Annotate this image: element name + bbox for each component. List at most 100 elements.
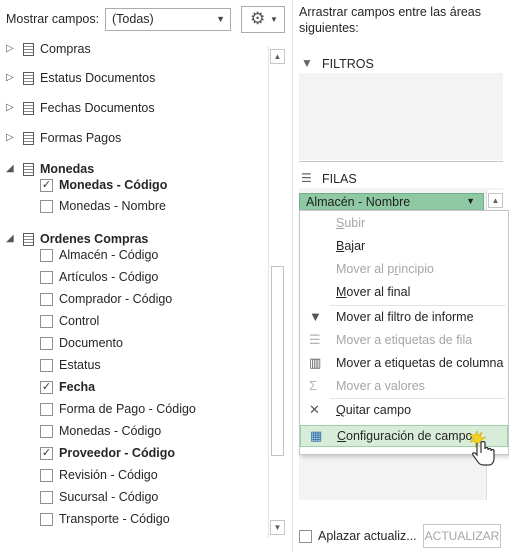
expand-icon[interactable]: ▷ xyxy=(6,72,14,83)
show-fields-value: (Todas) xyxy=(112,12,154,26)
rows-icon: ☰ xyxy=(301,171,312,185)
field-label: Fecha xyxy=(59,380,96,394)
menu-item-label: Mover a etiquetas de fila xyxy=(336,333,473,347)
field-settings-icon: ▦ xyxy=(310,428,323,443)
area-separator xyxy=(299,161,503,162)
field-checkbox[interactable] xyxy=(40,359,53,372)
field-checkbox[interactable] xyxy=(40,403,53,416)
rows-field-chip[interactable]: Almacén - Nombre ▼ xyxy=(299,193,484,211)
field-row[interactable]: Sucursal - Código xyxy=(0,487,268,509)
scroll-down-button[interactable]: ▼ xyxy=(270,520,285,535)
field-checkbox[interactable] xyxy=(40,293,53,306)
field-checkbox[interactable]: ✓ xyxy=(40,381,53,394)
field-group-label: Formas Pagos xyxy=(40,131,122,145)
table-icon xyxy=(23,132,34,145)
filters-drop-area[interactable] xyxy=(299,73,503,160)
field-checkbox[interactable] xyxy=(40,271,53,284)
scroll-thumb[interactable] xyxy=(271,266,284,456)
menu-item-mover-al-principio: Mover al principio xyxy=(300,259,508,281)
field-group-label: Compras xyxy=(40,42,91,56)
menu-item-subir: Subir xyxy=(300,213,508,235)
field-group-row[interactable]: ▷ Formas Pagos xyxy=(0,128,268,150)
field-checkbox[interactable] xyxy=(40,315,53,328)
chevron-down-icon: ▼ xyxy=(270,15,278,24)
menu-item-bajar[interactable]: Bajar xyxy=(300,236,508,258)
columns-icon: ▥ xyxy=(309,355,322,370)
field-label: Forma de Pago - Código xyxy=(59,402,196,416)
field-row[interactable]: Documento xyxy=(0,333,268,355)
defer-update-checkbox[interactable] xyxy=(299,530,312,543)
context-menu: Subir Bajar Mover al principio Mover al fin… xyxy=(299,210,509,455)
field-list-scrollbar[interactable]: ▲ ▼ xyxy=(268,46,285,538)
scroll-up-button[interactable]: ▲ xyxy=(270,49,285,64)
field-label: Documento xyxy=(59,336,123,350)
field-group-row[interactable]: ▷ Fechas Documentos xyxy=(0,98,268,120)
expand-icon[interactable]: ▷ xyxy=(6,132,14,143)
show-fields-dropdown[interactable]: (Todas) ▼ xyxy=(105,8,231,31)
field-row[interactable]: ✓ Fecha xyxy=(0,377,268,399)
table-icon xyxy=(23,72,34,85)
expand-icon[interactable]: ▷ xyxy=(6,43,14,54)
scroll-up-button[interactable]: ▲ xyxy=(488,193,503,208)
chevron-down-icon: ▼ xyxy=(466,196,475,206)
field-row[interactable]: Almacén - Código xyxy=(0,245,268,267)
chevron-down-icon: ▼ xyxy=(216,14,225,24)
rows-label: FILAS xyxy=(322,172,357,186)
hand-cursor-icon xyxy=(467,430,495,466)
menu-item-quitar-campo[interactable]: ✕ Quitar campo xyxy=(300,400,508,422)
field-checkbox[interactable] xyxy=(40,513,53,526)
field-checkbox[interactable] xyxy=(40,249,53,262)
filter-icon: ▼ xyxy=(309,309,322,324)
collapse-icon[interactable]: ◢ xyxy=(6,233,14,244)
field-row[interactable]: Forma de Pago - Código xyxy=(0,399,268,421)
field-group-row[interactable]: ▷ Estatus Documentos xyxy=(0,68,268,90)
defer-update-label: Aplazar actualiz... xyxy=(318,529,417,543)
field-label: Sucursal - Código xyxy=(59,490,159,504)
menu-item-mover-al-final[interactable]: Mover al final xyxy=(300,282,508,304)
field-label: Almacén - Código xyxy=(59,248,159,262)
update-button[interactable]: ACTUALIZAR xyxy=(423,524,501,548)
field-row[interactable]: Transporte - Código xyxy=(0,509,268,531)
field-label: Monedas - Código xyxy=(59,424,162,438)
field-group-row[interactable]: ▷ Compras xyxy=(0,40,268,61)
menu-item-label: Mover al final xyxy=(336,285,411,299)
field-group-label: Ordenes Compras xyxy=(40,232,149,246)
menu-item-mover-a-etiquetas-de-columna[interactable]: ▥ Mover a etiquetas de columna xyxy=(300,353,508,375)
menu-item-label: Mover a valores xyxy=(336,379,425,393)
menu-item-label: Bajar xyxy=(336,239,366,253)
field-group-label: Monedas xyxy=(40,162,95,176)
field-group-label: Fechas Documentos xyxy=(40,101,155,115)
field-row[interactable]: Revisión - Código xyxy=(0,465,268,487)
menu-item-label: Mover al principio xyxy=(336,262,434,276)
field-checkbox[interactable]: ✓ xyxy=(40,179,53,192)
field-row[interactable]: Artículos - Código xyxy=(0,267,268,289)
field-label: Control xyxy=(59,314,100,328)
field-row[interactable]: ✓ Monedas - Código xyxy=(0,175,268,197)
menu-item-label: Configuración de campo... xyxy=(337,429,483,443)
menu-item-mover-a-valores: Σ Mover a valores xyxy=(300,376,508,398)
collapse-icon[interactable]: ◢ xyxy=(6,163,14,174)
menu-item-mover-al-filtro-de-informe[interactable]: ▼ Mover al filtro de informe xyxy=(300,307,508,329)
field-label: Artículos - Código xyxy=(59,270,159,284)
field-checkbox[interactable] xyxy=(40,200,53,213)
field-label: Monedas - Código xyxy=(59,178,168,192)
field-label: Proveedor - Código xyxy=(59,446,175,460)
field-row[interactable]: ✓ Proveedor - Código xyxy=(0,443,268,465)
field-row[interactable]: Monedas - Nombre xyxy=(0,196,268,218)
field-row[interactable]: Monedas - Código xyxy=(0,421,268,443)
expand-icon[interactable]: ▷ xyxy=(6,102,14,113)
field-checkbox[interactable] xyxy=(40,425,53,438)
menu-item-label: Quitar campo xyxy=(336,403,412,417)
field-checkbox[interactable] xyxy=(40,337,53,350)
field-row[interactable]: Comprador - Código xyxy=(0,289,268,311)
field-checkbox[interactable] xyxy=(40,469,53,482)
field-row[interactable]: Estatus xyxy=(0,355,268,377)
field-label: Transporte - Código xyxy=(59,512,170,526)
sigma-icon: Σ xyxy=(309,378,318,393)
menu-separator xyxy=(330,305,506,306)
field-checkbox[interactable] xyxy=(40,491,53,504)
areas-instructions: Arrastrar campos entre las áreas siguien… xyxy=(299,5,482,35)
field-checkbox[interactable]: ✓ xyxy=(40,447,53,460)
field-row[interactable]: Control xyxy=(0,311,268,333)
tools-button[interactable]: ⚙ ▼ xyxy=(241,6,285,33)
